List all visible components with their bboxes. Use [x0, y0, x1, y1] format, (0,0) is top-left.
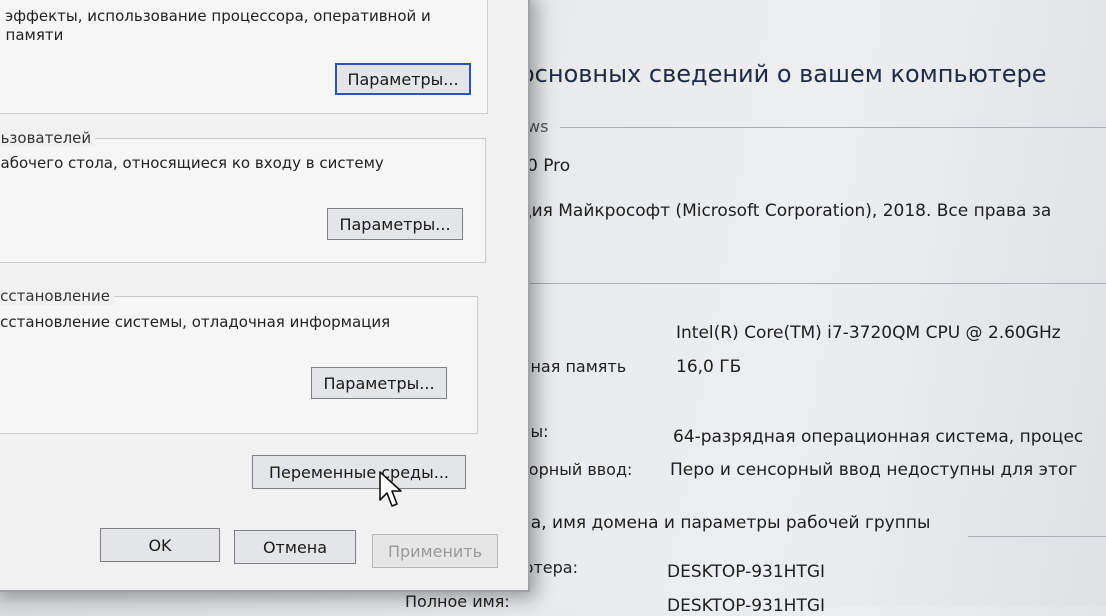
user-profiles-settings-button[interactable]: Параметры...: [327, 208, 463, 240]
pen-touch-label: сорный ввод:: [520, 460, 633, 479]
system-page-title: основных сведений о вашем компьютере: [520, 60, 1047, 88]
cancel-button[interactable]: Отмена: [234, 530, 356, 564]
copyright-text: ция Майкрософт (Microsoft Corporation), …: [520, 201, 1052, 221]
startup-recovery-title: осстановление: [0, 287, 115, 305]
performance-settings-button[interactable]: Параметры...: [335, 63, 471, 95]
pen-touch-value: Перо и сенсорный ввод недоступны для это…: [670, 460, 1078, 480]
system-type-value: 64-разрядная операционная система, проце…: [673, 427, 1084, 447]
performance-description: е эффекты, использование процессора, опе…: [0, 7, 431, 25]
memory-label: нная память: [520, 357, 627, 376]
section-divider: [528, 283, 1106, 284]
processor-value: Intel(R) Core(TM) i7-3720QM CPU @ 2.60GH…: [676, 323, 1061, 343]
startup-recovery-description: осстановление системы, отладочная информ…: [0, 313, 391, 331]
edition-value: 0 Pro: [527, 156, 571, 176]
section-divider: [968, 536, 1106, 537]
user-profiles-group: льзователей рабочего стола, относящиеся …: [0, 129, 486, 263]
startup-recovery-settings-button[interactable]: Параметры...: [311, 367, 447, 399]
full-name-label: Полное имя:: [405, 592, 510, 611]
arrow-cursor-icon: [379, 471, 402, 507]
ok-button[interactable]: OK: [100, 528, 220, 562]
apply-button[interactable]: Применить: [372, 534, 498, 568]
environment-variables-button[interactable]: Переменные среды...: [252, 455, 466, 489]
computer-name-value: DESKTOP-931HTGI: [667, 562, 826, 582]
startup-recovery-group: осстановление осстановление системы, отл…: [0, 287, 478, 434]
system-properties-dialog: е эффекты, использование процессора, опе…: [0, 0, 530, 592]
computer-name-section-label: ра, имя домена и параметры рабочей групп…: [520, 513, 931, 533]
section-divider: [560, 127, 1106, 128]
windows-edition-section-label: ws: [527, 117, 549, 136]
full-name-value: DESKTOP-931HTGI: [667, 596, 826, 616]
user-profiles-description: рабочего стола, относящиеся ко входу в с…: [0, 154, 384, 172]
user-profiles-title: льзователей: [0, 129, 96, 147]
performance-group: е эффекты, использование процессора, опе…: [0, 0, 488, 114]
performance-description-2: й памяти: [0, 26, 64, 44]
memory-value: 16,0 ГБ: [676, 357, 742, 377]
